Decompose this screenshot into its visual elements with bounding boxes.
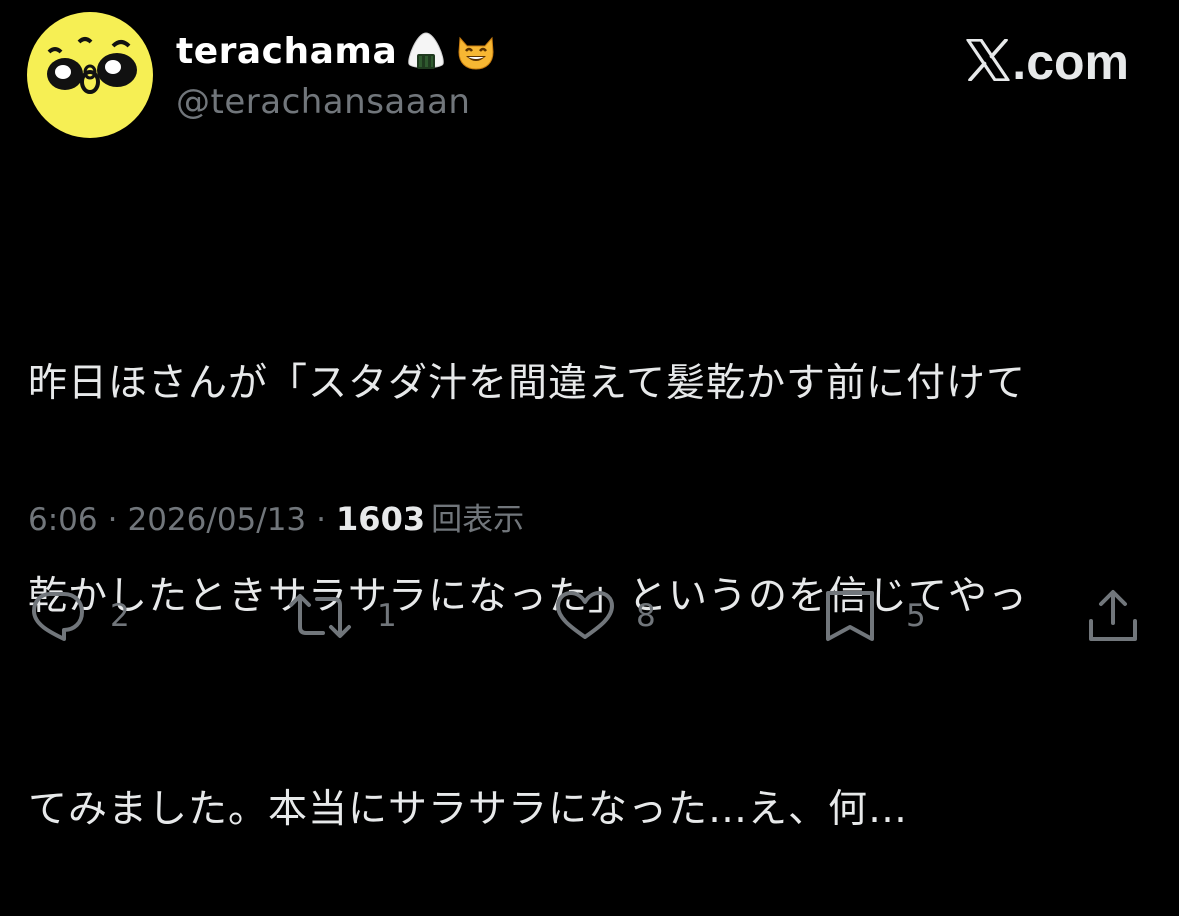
author-info[interactable]: terachama @terachansaaan <box>176 26 497 122</box>
display-name[interactable]: terachama <box>176 31 397 72</box>
brand-watermark: .com <box>966 33 1129 91</box>
tweet-line: てみました。本当にサラサラになった…え、何… <box>28 787 909 832</box>
repost-count: 1 <box>377 598 397 634</box>
repost-button[interactable]: 1 <box>287 586 397 646</box>
bookmark-count: 5 <box>906 598 926 634</box>
meta-separator: · <box>316 502 327 538</box>
avatar[interactable] <box>27 12 153 138</box>
heart-icon <box>554 590 616 642</box>
user-handle[interactable]: @terachansaaan <box>176 82 497 122</box>
display-name-row: terachama <box>176 26 497 76</box>
x-logo-icon <box>966 38 1010 85</box>
onigiri-icon <box>405 30 447 72</box>
reply-button[interactable]: 2 <box>30 586 130 646</box>
views-label: 回表示 <box>431 502 525 538</box>
tweet-time[interactable]: 6:06 <box>28 502 98 538</box>
reply-icon <box>30 590 86 642</box>
views-count[interactable]: 1603 <box>336 500 425 538</box>
tweet-date[interactable]: 2026/05/13 <box>127 502 306 538</box>
tweet-line: 昨日ほさんが「スタダ汁を間違えて髪乾かす前に付けて <box>28 361 1027 406</box>
bookmark-button[interactable]: 5 <box>824 586 926 646</box>
repost-icon <box>287 591 353 641</box>
share-icon <box>1087 589 1139 643</box>
brand-text: .com <box>1012 34 1129 90</box>
tweet-meta: 6:06 · 2026/05/13 · 1603 回表示 <box>28 494 524 539</box>
meta-separator: · <box>107 502 118 538</box>
action-bar: 2 1 8 5 <box>0 586 1179 646</box>
reply-count: 2 <box>110 598 130 634</box>
bookmark-icon <box>824 589 876 643</box>
grinning-cat-icon <box>455 30 497 72</box>
share-button[interactable] <box>1087 586 1139 646</box>
tweet-text: 昨日ほさんが「スタダ汁を間違えて髪乾かす前に付けて 乾かしたときサラサラになった… <box>28 206 1158 916</box>
avatar-image <box>27 12 153 138</box>
like-count: 8 <box>636 598 656 634</box>
like-button[interactable]: 8 <box>554 586 656 646</box>
